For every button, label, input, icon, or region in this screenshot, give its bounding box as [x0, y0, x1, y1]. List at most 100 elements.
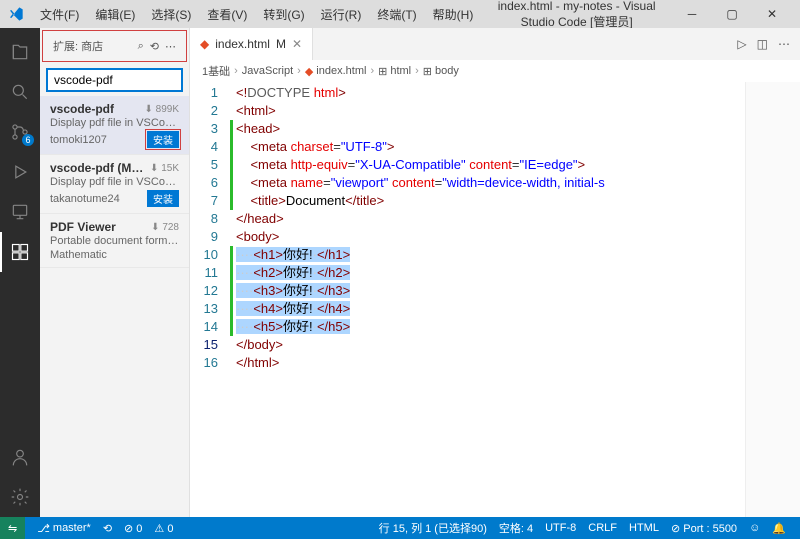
extension-list[interactable]: vscode-pdf⬇ 899KDisplay pdf file in VSCo… [40, 96, 189, 268]
code-line[interactable]: <title>Document</title> [230, 192, 745, 210]
activity-run-debug[interactable] [0, 152, 40, 192]
maximize-button[interactable]: ▢ [712, 0, 752, 28]
line-number[interactable]: 3 [190, 120, 218, 138]
status-eol[interactable]: CRLF [582, 522, 623, 534]
install-button[interactable]: 安装 [147, 190, 179, 207]
breadcrumb-item[interactable]: ◆ index.html [305, 65, 367, 78]
line-number[interactable]: 6 [190, 174, 218, 192]
activity-search[interactable] [0, 72, 40, 112]
status-errors[interactable]: ⊘ 0 [118, 522, 148, 535]
menu-edit[interactable]: 编辑(E) [87, 6, 143, 23]
breadcrumb-item[interactable]: ⊞ html [378, 65, 411, 78]
code-line[interactable]: <meta http-equiv="X-UA-Compatible" conte… [230, 156, 745, 174]
line-number[interactable]: 2 [190, 102, 218, 120]
line-number[interactable]: 11 [190, 264, 218, 282]
line-number[interactable]: 16 [190, 354, 218, 372]
line-number[interactable]: 15 [190, 336, 218, 354]
status-cursor[interactable]: 行 15, 列 1 (已选择90) [373, 520, 493, 536]
code-content[interactable]: <!DOCTYPE html><html><head> <meta charse… [230, 82, 745, 517]
status-encoding[interactable]: UTF-8 [539, 522, 582, 534]
code-line[interactable]: <meta name="viewport" content="width=dev… [230, 174, 745, 192]
line-gutter[interactable]: 12345678910111213141516 [190, 82, 230, 517]
code-line[interactable]: </body> [230, 336, 745, 354]
code-line[interactable]: ····<h4>你好!·</h4> [230, 300, 745, 318]
extension-publisher: tomoki1207 [50, 134, 147, 146]
more-actions-icon[interactable]: ⋯ [778, 37, 790, 51]
extension-publisher: takanotume24 [50, 193, 147, 205]
line-number[interactable]: 4 [190, 138, 218, 156]
breadcrumb-item[interactable]: ⊞ body [423, 65, 459, 78]
tab-index-html[interactable]: ◆ index.html M ✕ [190, 28, 313, 60]
extension-search-box[interactable] [46, 68, 183, 92]
line-number[interactable]: 8 [190, 210, 218, 228]
activity-account[interactable] [0, 437, 40, 477]
line-number[interactable]: 12 [190, 282, 218, 300]
line-number[interactable]: 14 [190, 318, 218, 336]
close-button[interactable]: ✕ [752, 0, 792, 28]
breadcrumb-item[interactable]: JavaScript [242, 65, 293, 77]
menu-view[interactable]: 查看(V) [199, 6, 255, 23]
menu-run[interactable]: 运行(R) [313, 6, 370, 23]
line-number[interactable]: 1 [190, 84, 218, 102]
code-line[interactable]: ····<h5>你好!·</h5> [230, 318, 745, 336]
code-line[interactable]: <body> [230, 228, 745, 246]
extension-item[interactable]: vscode-pdf (Multi...⬇ 15KDisplay pdf fil… [40, 155, 189, 214]
status-warnings[interactable]: ⚠ 0 [148, 522, 179, 535]
menu-file[interactable]: 文件(F) [32, 6, 87, 23]
code-line[interactable]: <head> [230, 120, 745, 138]
more-icon[interactable]: ⋯ [165, 40, 176, 53]
status-branch[interactable]: ⎇ master* [31, 522, 97, 535]
activity-source-control[interactable]: 6 [0, 112, 40, 152]
modified-indicator [230, 192, 233, 210]
refresh-icon[interactable]: ⟲ [150, 40, 159, 53]
line-number[interactable]: 10 [190, 246, 218, 264]
code-line[interactable]: <html> [230, 102, 745, 120]
code-line[interactable]: <meta charset="UTF-8"> [230, 138, 745, 156]
activity-settings[interactable] [0, 477, 40, 517]
filter-icon[interactable]: ⌕ [138, 40, 144, 53]
code-line[interactable]: ····<h2>你好!·</h2> [230, 264, 745, 282]
menu-select[interactable]: 选择(S) [143, 6, 199, 23]
run-icon[interactable]: ▷ [737, 37, 746, 51]
line-number[interactable]: 5 [190, 156, 218, 174]
activity-extensions[interactable] [0, 232, 40, 272]
activity-remote[interactable] [0, 192, 40, 232]
extension-item[interactable]: PDF Viewer⬇ 728Portable document format … [40, 214, 189, 268]
modified-indicator [230, 300, 233, 318]
code-line[interactable]: <!DOCTYPE html> [230, 84, 745, 102]
status-sync[interactable]: ⟲ [97, 522, 118, 535]
minimize-button[interactable]: ─ [672, 0, 712, 28]
status-port[interactable]: ⊘ Port : 5500 [665, 522, 743, 535]
menu-terminal[interactable]: 终端(T) [369, 6, 424, 23]
status-spaces[interactable]: 空格: 4 [493, 520, 539, 536]
editor-body[interactable]: 12345678910111213141516 <!DOCTYPE html><… [190, 82, 800, 517]
status-notifications[interactable]: 🔔 [766, 522, 792, 535]
extension-item[interactable]: vscode-pdf⬇ 899KDisplay pdf file in VSCo… [40, 96, 189, 155]
status-feedback[interactable]: ☺ [743, 522, 766, 534]
line-number[interactable]: 9 [190, 228, 218, 246]
modified-indicator [230, 174, 233, 192]
line-number[interactable]: 13 [190, 300, 218, 318]
line-number[interactable]: 7 [190, 192, 218, 210]
code-line[interactable]: </html> [230, 354, 745, 372]
install-button[interactable]: 安装 [147, 131, 179, 148]
extension-name: PDF Viewer [50, 220, 151, 234]
split-icon[interactable]: ◫ [757, 37, 768, 51]
breadcrumb[interactable]: 1基础› JavaScript› ◆ index.html› ⊞ html› ⊞… [190, 60, 800, 82]
remote-indicator[interactable]: ⇋ [0, 517, 25, 539]
code-line[interactable]: ····<h1>你好!·</h1> [230, 246, 745, 264]
editor-area: ◆ index.html M ✕ ▷ ◫ ⋯ 1基础› JavaScript› … [190, 28, 800, 517]
close-icon[interactable]: ✕ [292, 37, 302, 51]
activity-explorer[interactable] [0, 32, 40, 72]
status-language[interactable]: HTML [623, 522, 665, 534]
extension-downloads: ⬇ 15K [150, 163, 179, 174]
extension-search-input[interactable] [54, 73, 175, 87]
extension-downloads: ⬇ 899K [144, 104, 179, 115]
menu-goto[interactable]: 转到(G) [255, 6, 312, 23]
breadcrumb-item[interactable]: 1基础 [202, 63, 230, 79]
code-line[interactable]: </head> [230, 210, 745, 228]
extension-publisher: Mathematic [50, 249, 179, 261]
code-line[interactable]: ····<h3>你好!·</h3> [230, 282, 745, 300]
minimap[interactable] [745, 82, 800, 517]
menu-help[interactable]: 帮助(H) [425, 6, 482, 23]
